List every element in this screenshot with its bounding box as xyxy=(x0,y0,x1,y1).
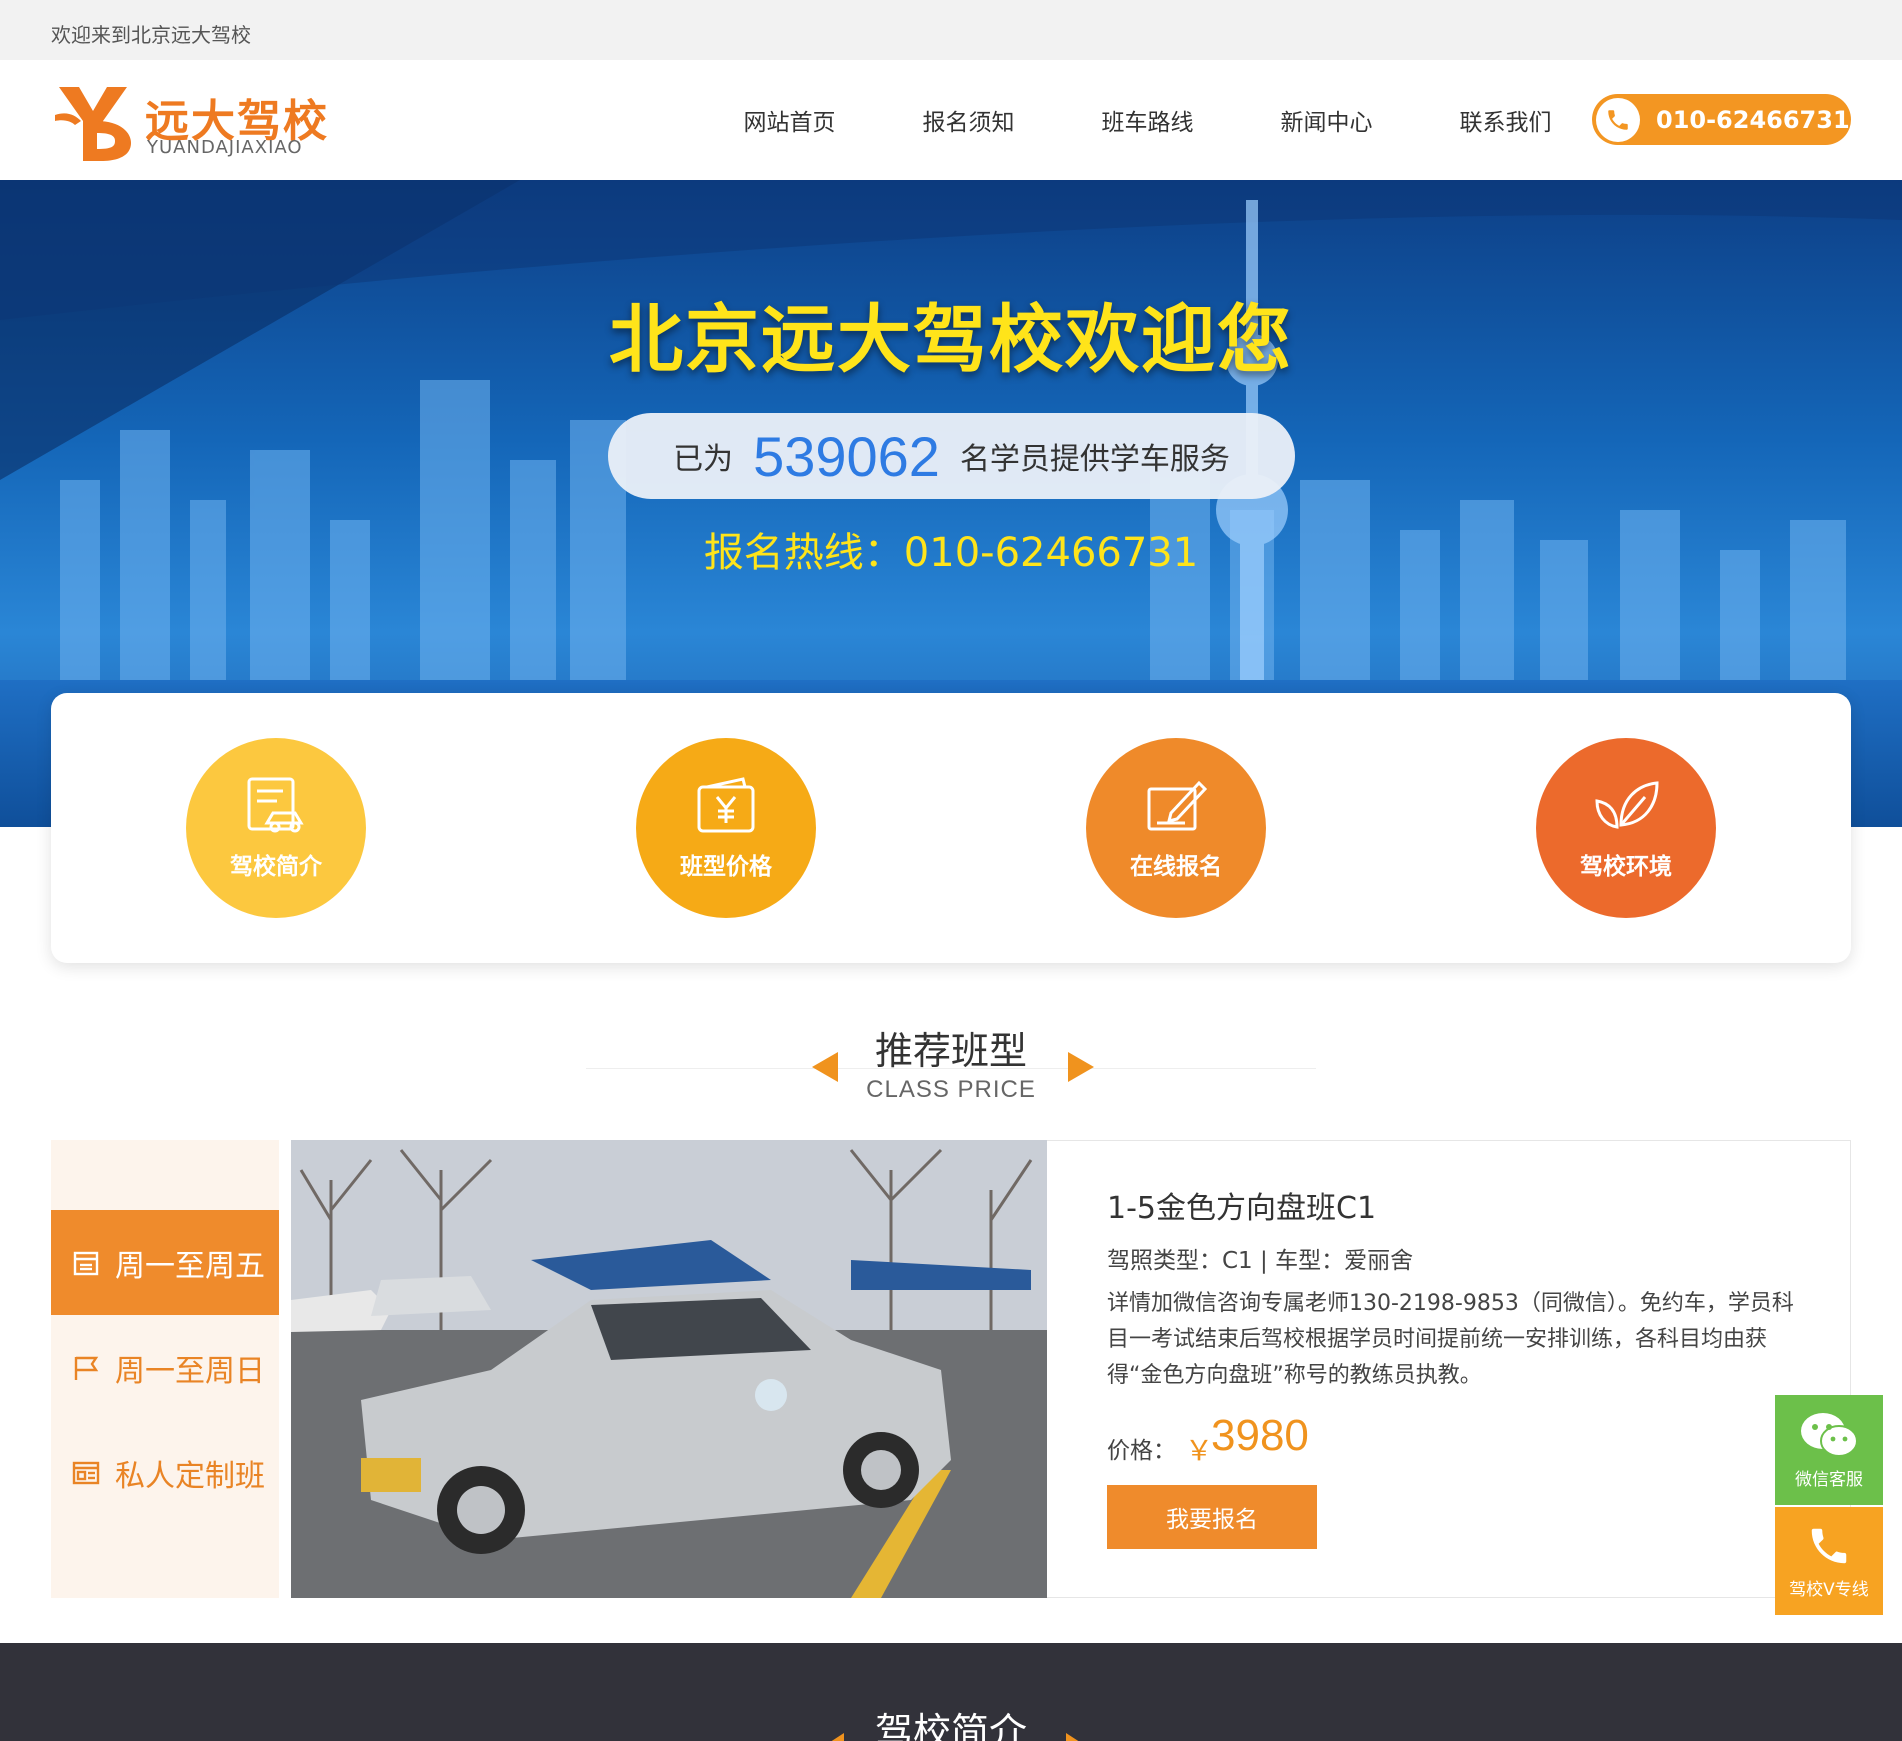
nav-shuttle-routes[interactable]: 班车路线 xyxy=(1058,103,1237,137)
top-bar: 欢迎来到北京远大驾校 xyxy=(0,0,1902,60)
feature-label: 驾校环境 xyxy=(1580,854,1672,880)
nav-home[interactable]: 网站首页 xyxy=(700,103,879,137)
wechat-icon xyxy=(1801,1412,1858,1457)
student-counter: 已为 539062 名学员提供学车服务 xyxy=(608,413,1295,499)
section-subtitle: CLASS PRICE xyxy=(866,1076,1036,1103)
training-car-photo xyxy=(291,1140,1047,1598)
flag-icon xyxy=(74,1356,99,1380)
nav-enroll-notice[interactable]: 报名须知 xyxy=(879,103,1058,137)
wechat-service-label: 微信客服 xyxy=(1795,1469,1863,1490)
price-currency: ￥ xyxy=(1185,1434,1214,1467)
school-intro-icon xyxy=(247,777,304,833)
id-card-icon xyxy=(72,1461,100,1484)
section-title: 推荐班型 xyxy=(874,1029,1027,1073)
edit-form-icon xyxy=(1147,780,1208,831)
feature-label: 班型价格 xyxy=(680,854,772,880)
tab-label: 周一至周五 xyxy=(115,1248,265,1284)
class-name: 1-5金色方向盘班C1 xyxy=(1107,1191,1377,1226)
feature-online-enroll[interactable]: 在线报名 xyxy=(1086,738,1266,918)
welcome-text: 欢迎来到北京远大驾校 xyxy=(51,23,251,47)
nav-news[interactable]: 新闻中心 xyxy=(1237,103,1416,137)
class-detail-card: 1-5金色方向盘班C1 驾照类型：C1 | 车型：爱丽舍 详情加微信咨询专属老师… xyxy=(1047,1140,1851,1598)
site-header: 远大驾校 YUANDAJIAXIAO 网站首页 报名须知 班车路线 新闻中心 联… xyxy=(0,60,1902,180)
price-tag-icon xyxy=(697,777,755,833)
tab-label: 私人定制班 xyxy=(115,1458,265,1494)
phone-icon xyxy=(1811,1528,1847,1563)
banner-hotline: 报名热线：010-62466731 xyxy=(703,530,1199,576)
banner-title: 北京远大驾校欢迎您 xyxy=(609,297,1293,383)
next-arrow-icon[interactable] xyxy=(1068,1052,1094,1082)
logo[interactable]: 远大驾校 YUANDAJIAXIAO xyxy=(53,81,333,163)
enroll-button[interactable]: 我要报名 xyxy=(1107,1485,1317,1549)
counter-suffix: 名学员提供学车服务 xyxy=(959,442,1230,477)
header-phone-number: 010-62466731 xyxy=(1656,105,1850,134)
leaf-icon xyxy=(1595,781,1659,829)
phone-icon xyxy=(1596,97,1640,142)
nav-contact[interactable]: 联系我们 xyxy=(1416,103,1595,137)
feature-school-environment[interactable]: 驾校环境 xyxy=(1536,738,1716,918)
logo-mark-icon xyxy=(55,87,131,161)
next-arrow-icon xyxy=(1066,1733,1086,1741)
header-phone-button[interactable]: 010-62466731 xyxy=(1592,94,1851,145)
tab-private-custom[interactable]: 私人定制班 xyxy=(51,1420,279,1525)
price-value: 3980 xyxy=(1211,1411,1309,1460)
logo-subtitle: YUANDAJIAXIAO xyxy=(147,137,303,158)
class-tabs: 周一至周五 周一至周日 私人定制班 xyxy=(51,1140,279,1598)
class-description: 详情加微信咨询专属老师130-2198-9853（同微信）。免约车，学员科目一考… xyxy=(1107,1291,1794,1388)
hotline-button[interactable]: 驾校V专线 xyxy=(1775,1507,1883,1615)
feature-shortcuts: 驾校简介 班型价格 在线报名 驾校环境 xyxy=(51,693,1851,963)
feature-label: 在线报名 xyxy=(1130,854,1222,880)
counter-prefix: 已为 xyxy=(673,442,734,477)
feature-class-price[interactable]: 班型价格 xyxy=(636,738,816,918)
car-image xyxy=(291,1140,1047,1598)
school-intro-section: 驾校简介 xyxy=(0,1643,1902,1741)
feature-school-intro[interactable]: 驾校简介 xyxy=(186,738,366,918)
counter-value: 539062 xyxy=(753,424,940,488)
calendar-icon xyxy=(73,1251,99,1275)
section-title: 驾校简介 xyxy=(874,1710,1027,1741)
tab-label: 周一至周日 xyxy=(115,1353,265,1389)
main-nav: 网站首页 报名须知 班车路线 新闻中心 联系我们 xyxy=(700,60,1595,180)
feature-label: 驾校简介 xyxy=(230,854,322,880)
hotline-label: 驾校V专线 xyxy=(1789,1579,1869,1600)
tab-weekday[interactable]: 周一至周五 xyxy=(51,1210,279,1315)
section-header-class-price: 推荐班型 CLASS PRICE xyxy=(0,1010,1902,1110)
tab-full-week[interactable]: 周一至周日 xyxy=(51,1315,279,1420)
class-meta: 驾照类型：C1 | 车型：爱丽舍 xyxy=(1107,1248,1414,1274)
price-label: 价格： xyxy=(1107,1438,1176,1464)
wechat-service-button[interactable]: 微信客服 xyxy=(1775,1395,1883,1505)
